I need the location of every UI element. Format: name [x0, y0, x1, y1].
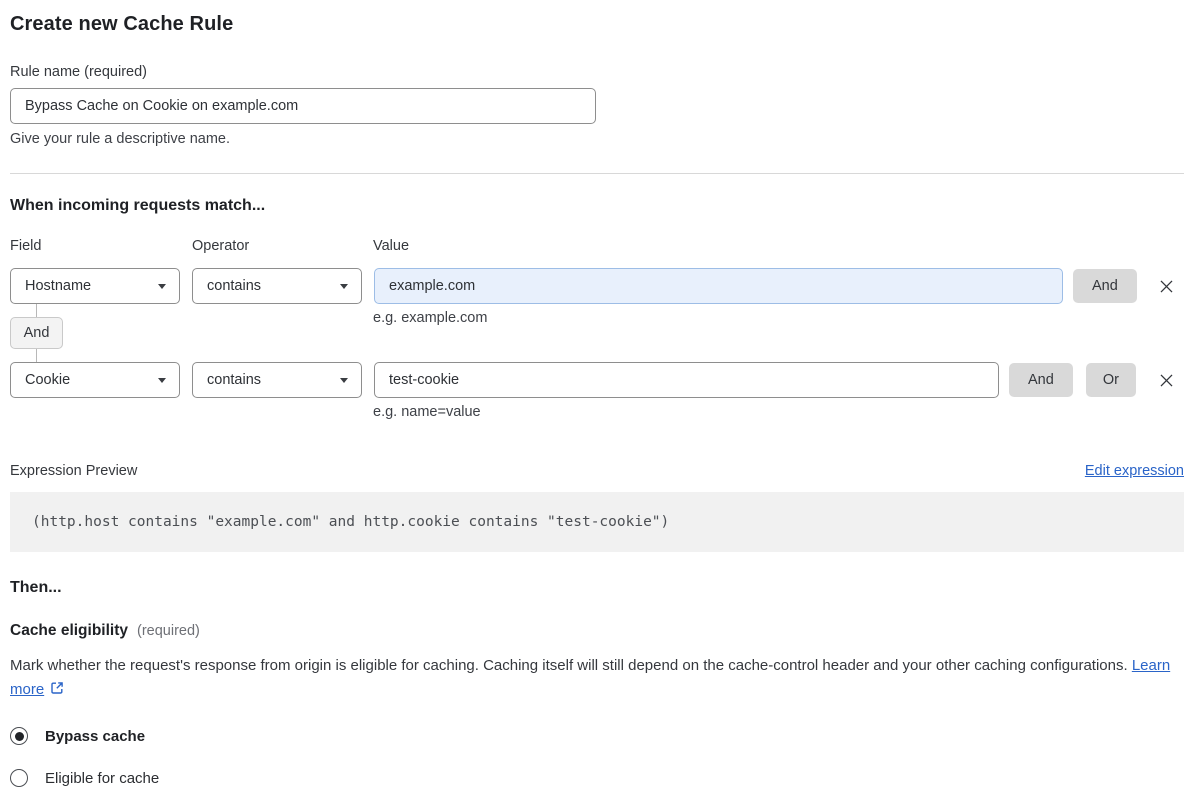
- expression-header: Expression Preview Edit expression: [10, 463, 1184, 479]
- add-and-condition-button-2[interactable]: And: [1009, 363, 1073, 397]
- close-icon: [1160, 280, 1172, 292]
- chevron-down-icon: [158, 377, 166, 383]
- rule-name-input[interactable]: [10, 88, 596, 124]
- connector-area: And e.g. example.com: [10, 304, 1184, 362]
- remove-condition-button-2[interactable]: [1153, 363, 1179, 397]
- value-input-2[interactable]: [374, 362, 999, 398]
- chevron-down-icon: [340, 283, 348, 289]
- field-select-2-value: Cookie: [25, 372, 71, 388]
- operator-select-1-value: contains: [207, 278, 262, 294]
- add-or-condition-button-2[interactable]: Or: [1085, 363, 1136, 397]
- value-hint-2: e.g. name=value: [373, 404, 481, 420]
- operator-column-label: Operator: [192, 238, 250, 254]
- chevron-down-icon: [158, 283, 166, 289]
- rule-name-helper: Give your rule a descriptive name.: [10, 131, 231, 147]
- field-select-1[interactable]: Hostname: [10, 268, 180, 304]
- description-text: Mark whether the request's response from…: [10, 657, 1128, 674]
- cache-eligibility-description: Mark whether the request's response from…: [10, 654, 1184, 704]
- radio-bypass-cache-label: Bypass cache: [45, 727, 146, 745]
- radio-eligible-for-cache[interactable]: Eligible for cache: [10, 769, 159, 787]
- condition-row-1: Hostname contains And: [10, 268, 1184, 304]
- value-hint-1: e.g. example.com: [373, 310, 488, 326]
- radio-unselected-icon: [10, 769, 28, 787]
- expression-code: (http.host contains "example.com" and ht…: [10, 492, 1184, 552]
- then-heading: Then...: [10, 579, 62, 596]
- cache-eligibility-heading: Cache eligibility: [10, 622, 129, 639]
- logic-connector-chip: And: [10, 317, 63, 349]
- radio-eligible-for-cache-label: Eligible for cache: [45, 769, 160, 787]
- remove-condition-button-1[interactable]: [1153, 269, 1179, 303]
- connector-line-top: [36, 304, 37, 317]
- operator-select-2-value: contains: [207, 372, 262, 388]
- rule-name-label: Rule name (required): [10, 64, 148, 80]
- edit-expression-link[interactable]: Edit expression: [1085, 463, 1184, 479]
- radio-dot: [14, 731, 24, 741]
- value-column-label: Value: [373, 238, 410, 254]
- condition-column-labels: Field Operator Value: [10, 238, 1184, 254]
- expression-preview-label: Expression Preview: [10, 463, 138, 479]
- add-and-condition-button-1[interactable]: And: [1073, 269, 1137, 303]
- page-title: Create new Cache Rule: [10, 13, 234, 35]
- radio-bypass-cache[interactable]: Bypass cache: [10, 727, 145, 745]
- chevron-down-icon: [340, 377, 348, 383]
- connector-line-bottom: [36, 349, 37, 362]
- external-link-icon: [49, 680, 65, 704]
- close-icon: [1160, 374, 1172, 386]
- radio-selected-icon: [10, 727, 28, 745]
- operator-select-2[interactable]: contains: [192, 362, 362, 398]
- section-divider: [10, 173, 1184, 174]
- operator-select-1[interactable]: contains: [192, 268, 362, 304]
- cache-rule-form: Create new Cache Rule Rule name (require…: [0, 0, 1200, 787]
- value-input-1[interactable]: [374, 268, 1063, 304]
- required-note: (required): [137, 623, 200, 639]
- connector-stack: And: [10, 304, 180, 362]
- field-column-label: Field: [10, 238, 42, 254]
- field-select-2[interactable]: Cookie: [10, 362, 180, 398]
- condition-row-2: Cookie contains And Or: [10, 362, 1184, 398]
- match-section-heading: When incoming requests match...: [10, 197, 266, 214]
- cache-eligibility-header: Cache eligibility (required): [10, 622, 1184, 640]
- field-select-1-value: Hostname: [25, 278, 92, 294]
